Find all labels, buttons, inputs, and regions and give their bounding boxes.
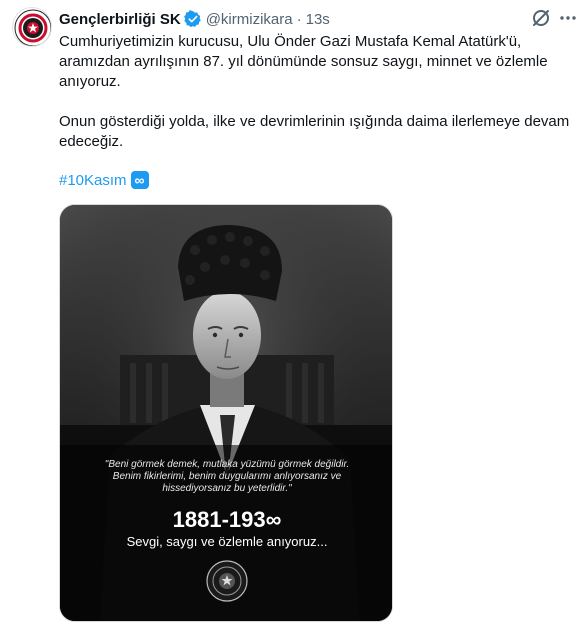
- verified-badge-icon: [183, 10, 201, 28]
- hashtag-link[interactable]: #10Kasım: [59, 172, 127, 189]
- tweet-media-image[interactable]: "Beni görmek demek, mutlaka yüzümü görme…: [59, 204, 393, 622]
- media-subtitle: Sevgi, saygı ve özlemle anıyoruz...: [126, 534, 328, 549]
- hashtag-line: #10Kasım ∞: [59, 170, 149, 190]
- tweet[interactable]: Gençlerbirliği SK @kirmizikara · 13s Cum…: [0, 0, 584, 626]
- tweet-paragraph: Onun gösterdiği yolda, ilke ve devrimler…: [59, 113, 570, 150]
- avatar[interactable]: [12, 7, 52, 47]
- club-crest-icon: [206, 560, 248, 602]
- separator-dot: ·: [296, 10, 302, 28]
- tweet-paragraph: Cumhuriyetimizin kurucusu, Ulu Önder Gaz…: [59, 33, 548, 90]
- handle[interactable]: @kirmizikara: [206, 11, 293, 28]
- club-crest-icon: [14, 9, 51, 46]
- tweet-header: Gençlerbirliği SK @kirmizikara · 13s: [59, 8, 330, 30]
- media-quote: "Beni görmek demek, mutlaka yüzümü görme…: [104, 459, 350, 494]
- infinity-emoji-icon: ∞: [130, 171, 149, 189]
- timestamp[interactable]: 13s: [306, 11, 330, 28]
- tweet-text: Cumhuriyetimizin kurucusu, Ulu Önder Gaz…: [59, 32, 577, 152]
- grok-icon[interactable]: [530, 7, 552, 29]
- display-name[interactable]: Gençlerbirliği SK: [59, 11, 181, 28]
- more-options-icon[interactable]: [558, 8, 578, 28]
- ataturk-portrait-image: [60, 205, 392, 621]
- media-years: 1881-193∞: [172, 507, 282, 532]
